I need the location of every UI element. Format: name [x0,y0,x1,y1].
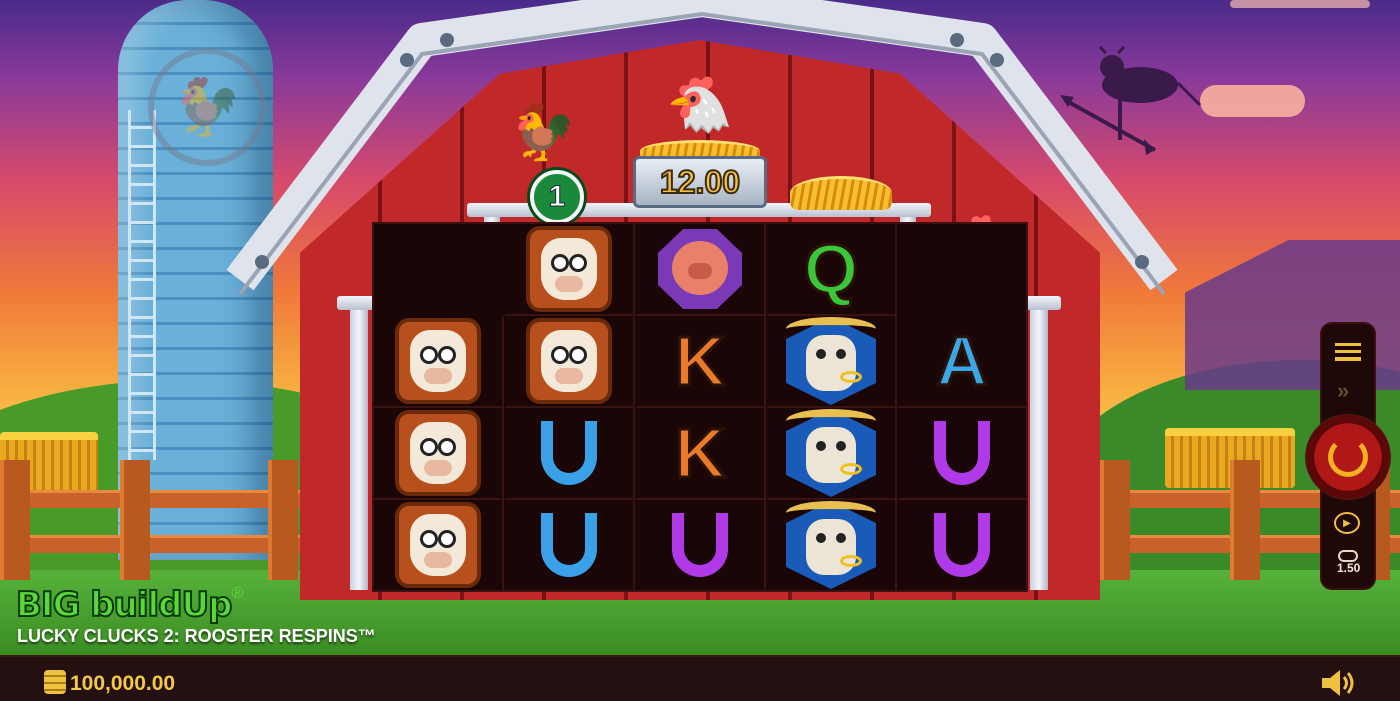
reel-cell [505,316,635,408]
spin-button[interactable] [1305,414,1391,500]
reel-cell [505,224,635,316]
reel-cell-blocked [898,224,1028,316]
cow-symbol-icon [395,318,481,404]
hen-icon: 🐔 [666,74,734,135]
hamburger-icon[interactable] [1335,343,1361,361]
reel-cell [767,500,897,592]
reel-grid: KKQA [372,222,1028,592]
cloud [1230,0,1370,8]
horseshoe-purple-icon [934,421,990,485]
cow-symbol-icon [395,410,481,496]
brand-name: BIG buildUp [15,584,233,626]
horseshoe-purple-icon [672,513,728,577]
reel-cell: K [636,316,766,408]
bull-symbol-icon [786,409,876,497]
speaker-icon[interactable] [1320,668,1356,698]
game-scene: 🐓 🐓 🐔 🐔 1 12.00 1 KK [0,0,1400,655]
fast-forward-icon[interactable]: » [1337,378,1349,404]
prize-value-plaque: 12.00 [633,156,767,208]
nest [790,176,892,210]
autoplay-icon[interactable]: ▶ [1334,512,1360,534]
letter-k-symbol: K [673,321,727,402]
cloud [1200,85,1305,117]
horseshoe-blue-icon [541,513,597,577]
reel-cell [636,500,766,592]
horseshoe-blue-icon [541,421,597,485]
horseshoe-purple-icon [934,513,990,577]
letter-k-symbol: K [673,413,727,494]
reel-cell [505,500,635,592]
reel-cell [374,408,504,500]
fence-left [0,460,300,580]
balance-value: 100,000.00 [70,672,176,695]
frame-post [1030,308,1048,590]
game-title: LUCKY CLUCKS 2: ROOSTER RESPINS™ [17,626,376,646]
coin-stack-icon [44,670,66,694]
reel-cell [898,408,1028,500]
letter-a-symbol: A [935,321,989,402]
bull-symbol-icon [786,317,876,405]
reel-cell: K [636,408,766,500]
pig-symbol-icon [658,229,742,309]
bottom-bar [0,655,1400,701]
reel-cell: A [898,316,1028,408]
reel-cell [767,316,897,408]
cow-symbol-icon [526,226,612,312]
cow-symbol-icon [526,318,612,404]
reel-cell [505,408,635,500]
cow-symbol-icon [395,502,481,588]
silo-ladder [128,110,156,460]
bull-symbol-icon [786,501,876,589]
reel-cell-blocked [374,224,504,316]
frame-post [350,308,368,590]
rooster-value-badge: 1 [530,170,584,224]
reel-cell [767,408,897,500]
reel-cell [898,500,1028,592]
rooster-icon: 🐓 [509,102,577,163]
spin-arrow-icon [1328,437,1368,477]
reel-cell [636,224,766,316]
registered-mark: ® [231,585,244,602]
reel-cell: Q [767,224,897,316]
reel-cell [374,316,504,408]
reel-cell [374,500,504,592]
game-brand-logo: BIG buildUp® [15,584,244,626]
bet-value[interactable]: 1.50 [1337,561,1360,575]
letter-q-symbol: Q [802,229,859,310]
